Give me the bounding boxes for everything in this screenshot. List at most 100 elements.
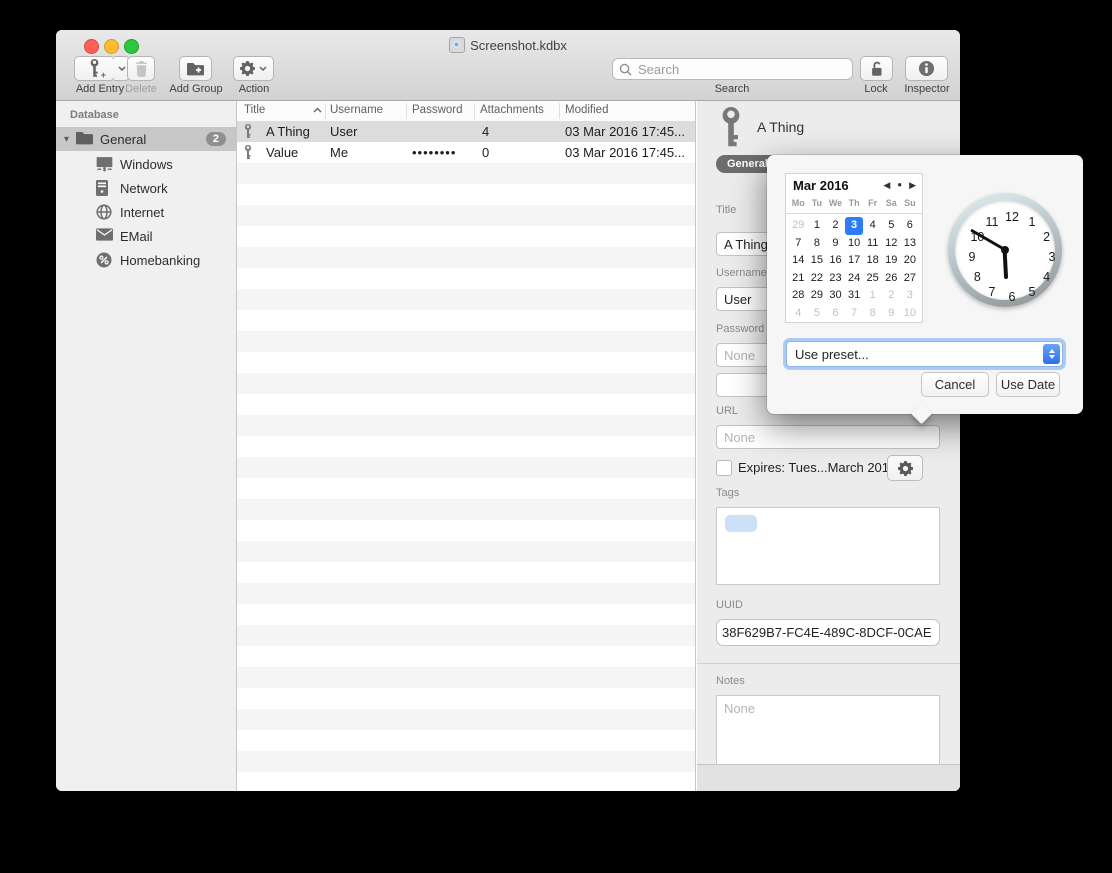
entry-row[interactable]: Value Me •••••••• 0 03 Mar 2016 17:45... bbox=[237, 142, 695, 163]
expire-date-popover: Mar 2016 ◀ ● ▶ Mo Tu We Th Fr Sa Su 29 1… bbox=[767, 155, 1083, 414]
cancel-button[interactable]: Cancel bbox=[921, 372, 989, 397]
calendar-day[interactable]: 14 bbox=[789, 252, 808, 270]
calendar-day-selected[interactable]: 3 bbox=[845, 217, 864, 235]
weekday-label: Th bbox=[845, 198, 864, 208]
calendar-day[interactable]: 2 bbox=[882, 287, 901, 305]
calendar-day[interactable]: 17 bbox=[845, 252, 864, 270]
use-date-button-label: Use Date bbox=[1001, 377, 1055, 392]
column-header-modified[interactable]: Modified bbox=[565, 104, 608, 116]
calendar-day[interactable]: 21 bbox=[789, 270, 808, 288]
gear-icon bbox=[240, 61, 255, 76]
calendar-day[interactable]: 29 bbox=[808, 287, 827, 305]
cell-password: •••••••• bbox=[412, 145, 456, 160]
calendar-day[interactable]: 29 bbox=[789, 217, 808, 235]
calendar-day[interactable]: 8 bbox=[808, 235, 827, 253]
add-group-button[interactable] bbox=[179, 56, 212, 81]
calendar-day[interactable]: 13 bbox=[901, 235, 920, 253]
tag-chip[interactable] bbox=[725, 515, 757, 532]
lock-label: Lock bbox=[847, 83, 905, 95]
inspector-button[interactable] bbox=[905, 56, 948, 81]
entry-row[interactable]: A Thing User 4 03 Mar 2016 17:45... bbox=[237, 121, 695, 142]
expire-date-picker-button[interactable] bbox=[887, 455, 923, 481]
calendar-day[interactable]: 5 bbox=[808, 305, 827, 323]
dropdown-stepper-icon[interactable] bbox=[1043, 344, 1060, 364]
calendar-day[interactable]: 25 bbox=[863, 270, 882, 288]
search-input[interactable] bbox=[636, 61, 846, 78]
sidebar-item-internet[interactable]: Internet bbox=[56, 200, 236, 224]
calendar-day[interactable]: 16 bbox=[826, 252, 845, 270]
sidebar-item-network[interactable]: Network bbox=[56, 176, 236, 200]
trash-icon bbox=[135, 61, 148, 77]
calendar-day[interactable]: 7 bbox=[789, 235, 808, 253]
use-date-button[interactable]: Use Date bbox=[996, 372, 1060, 397]
lock-button[interactable] bbox=[860, 56, 893, 81]
calendar-today-button[interactable]: ● bbox=[897, 180, 902, 190]
uuid-field-label: UUID bbox=[716, 599, 743, 611]
calendar-day[interactable]: 23 bbox=[826, 270, 845, 288]
calendar-day[interactable]: 5 bbox=[882, 217, 901, 235]
calendar-day[interactable]: 8 bbox=[863, 305, 882, 323]
clock-face: 1 2 3 4 5 6 7 8 9 10 11 12 bbox=[955, 200, 1055, 300]
calendar-day[interactable]: 24 bbox=[845, 270, 864, 288]
expires-checkbox[interactable] bbox=[716, 460, 732, 476]
tags-box[interactable] bbox=[716, 507, 940, 585]
sort-ascending-icon bbox=[313, 107, 322, 113]
disclosure-triangle-icon[interactable]: ▾ bbox=[64, 134, 76, 145]
info-icon bbox=[918, 60, 935, 77]
globe-icon bbox=[96, 204, 113, 221]
sidebar-item-email[interactable]: EMail bbox=[56, 224, 236, 248]
calendar-day[interactable]: 9 bbox=[882, 305, 901, 323]
calendar-day[interactable]: 4 bbox=[789, 305, 808, 323]
key-icon bbox=[717, 107, 745, 149]
add-entry-button[interactable]: + bbox=[74, 56, 115, 81]
calendar-day[interactable]: 30 bbox=[826, 287, 845, 305]
uuid-input[interactable] bbox=[716, 619, 940, 646]
calendar-day[interactable]: 9 bbox=[826, 235, 845, 253]
calendar-day[interactable]: 19 bbox=[882, 252, 901, 270]
folder-icon bbox=[76, 131, 93, 148]
sidebar-item-general[interactable]: ▾ General 2 bbox=[56, 127, 236, 151]
calendar-day[interactable]: 11 bbox=[863, 235, 882, 253]
calendar-day[interactable]: 2 bbox=[826, 217, 845, 235]
calendar-day[interactable]: 3 bbox=[901, 287, 920, 305]
calendar-day[interactable]: 12 bbox=[882, 235, 901, 253]
entry-count-badge: 2 bbox=[206, 132, 226, 146]
cell-title: A Thing bbox=[266, 124, 310, 139]
calendar-day[interactable]: 28 bbox=[789, 287, 808, 305]
calendar-next-button[interactable]: ▶ bbox=[909, 180, 916, 190]
calendar-day[interactable]: 6 bbox=[901, 217, 920, 235]
calendar-day[interactable]: 10 bbox=[845, 235, 864, 253]
folder-plus-icon bbox=[187, 62, 204, 76]
document-proxy-icon bbox=[449, 37, 465, 53]
preset-dropdown[interactable]: Use preset... bbox=[786, 341, 1063, 367]
entry-list: Title Username Password Attachments Modi… bbox=[237, 101, 696, 791]
column-header-password[interactable]: Password bbox=[412, 104, 463, 116]
key-plus-icon: + bbox=[88, 59, 101, 78]
clock-number: 1 bbox=[1029, 215, 1036, 229]
calendar-day[interactable]: 1 bbox=[863, 287, 882, 305]
calendar-day[interactable]: 20 bbox=[901, 252, 920, 270]
calendar-day[interactable]: 26 bbox=[882, 270, 901, 288]
calendar-day[interactable]: 31 bbox=[845, 287, 864, 305]
sidebar-item-windows[interactable]: Windows bbox=[56, 152, 236, 176]
calendar-day[interactable]: 27 bbox=[901, 270, 920, 288]
calendar-day[interactable]: 1 bbox=[808, 217, 827, 235]
preset-dropdown-value: Use preset... bbox=[795, 347, 869, 362]
calendar-day[interactable]: 15 bbox=[808, 252, 827, 270]
calendar-day[interactable]: 4 bbox=[863, 217, 882, 235]
calendar-day[interactable]: 18 bbox=[863, 252, 882, 270]
calendar-nav: ◀ ● ▶ bbox=[883, 180, 916, 190]
column-header-username[interactable]: Username bbox=[330, 104, 383, 116]
column-header-attachments[interactable]: Attachments bbox=[480, 104, 544, 116]
delete-button[interactable] bbox=[127, 56, 155, 81]
calendar-day[interactable]: 7 bbox=[845, 305, 864, 323]
calendar-prev-button[interactable]: ◀ bbox=[883, 180, 890, 190]
url-input[interactable] bbox=[716, 425, 940, 449]
action-button[interactable] bbox=[233, 56, 274, 81]
sidebar-item-homebanking[interactable]: Homebanking bbox=[56, 248, 236, 272]
calendar-day[interactable]: 6 bbox=[826, 305, 845, 323]
percent-icon bbox=[96, 252, 113, 269]
calendar-day[interactable]: 22 bbox=[808, 270, 827, 288]
column-header-title[interactable]: Title bbox=[244, 104, 265, 116]
calendar-day[interactable]: 10 bbox=[901, 305, 920, 323]
